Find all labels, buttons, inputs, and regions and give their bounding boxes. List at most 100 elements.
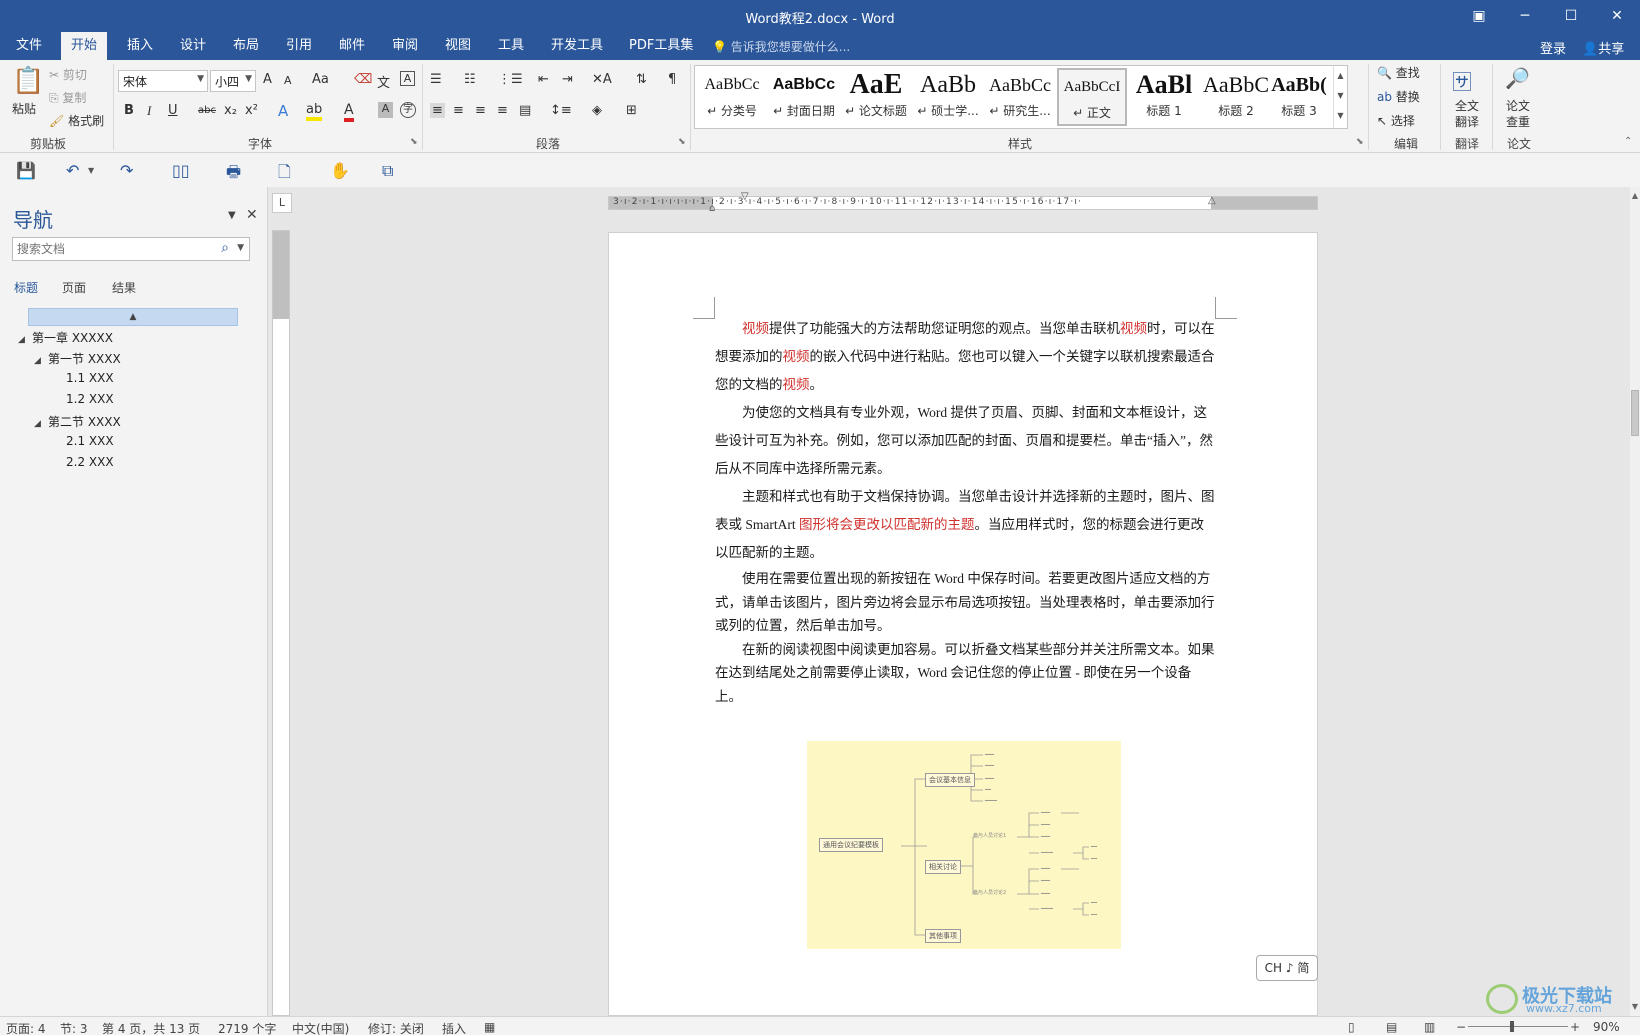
paste-icon[interactable]: 📋 xyxy=(12,66,44,96)
chevron-down-icon[interactable]: ▼ xyxy=(237,243,244,253)
tab-view[interactable]: 视图 xyxy=(435,32,481,60)
status-insert-mode[interactable]: 插入 xyxy=(442,1020,466,1035)
subscript-button[interactable]: x₂ xyxy=(224,103,237,118)
clear-format-icon[interactable]: ⌫ xyxy=(354,72,372,87)
touch-mode-icon[interactable]: ✋ xyxy=(330,161,350,180)
chevron-down-icon[interactable]: ▼ xyxy=(228,210,236,221)
share-button[interactable]: 👤共享 xyxy=(1582,38,1624,57)
close-icon[interactable]: ✕ xyxy=(246,207,258,223)
distributed-icon[interactable]: ▤ xyxy=(519,103,531,118)
align-left-icon[interactable]: ≡ xyxy=(430,103,445,118)
change-case-button[interactable]: Aa xyxy=(312,72,329,87)
thesis-check-icon[interactable]: 🔎 xyxy=(1505,66,1530,90)
tab-pdf-tools[interactable]: PDF工具集 xyxy=(619,32,703,60)
dialog-launcher-icon[interactable]: ⬊ xyxy=(410,137,418,147)
status-language[interactable]: 中文(中国) xyxy=(292,1020,349,1035)
nav-heading-item[interactable]: ◢ 第二节 XXXX xyxy=(34,413,121,430)
tab-design[interactable]: 设计 xyxy=(170,32,216,60)
align-center-icon[interactable]: ≡ xyxy=(453,103,464,118)
style-item[interactable]: AaBbCc ↵ 研究生... xyxy=(985,68,1055,126)
bold-button[interactable]: B xyxy=(124,103,134,118)
undo-icon[interactable]: ↶ xyxy=(66,161,79,180)
collapse-triangle-icon[interactable]: ◢ xyxy=(18,335,32,345)
nav-heading-item[interactable]: 2.2 XXX xyxy=(66,455,114,469)
first-line-indent-marker[interactable]: ▽ xyxy=(741,191,749,202)
borders-icon[interactable]: ⊞ xyxy=(626,103,637,118)
status-page[interactable]: 页面: 4 xyxy=(6,1020,46,1035)
copy-button[interactable]: ⎘ 复制 xyxy=(49,89,86,106)
status-word-count[interactable]: 2719 个字 xyxy=(218,1020,276,1035)
chinese-layout-icon[interactable]: ✕A xyxy=(592,72,612,87)
style-item[interactable]: AaBbCc ↵ 封面日期 xyxy=(769,68,839,126)
chevron-down-icon[interactable]: ▼ xyxy=(88,166,94,175)
strikethrough-button[interactable]: abc xyxy=(198,105,216,116)
line-spacing-icon[interactable]: ↕≡ xyxy=(550,103,572,118)
nav-heading-item[interactable]: ◢ 第一章 XXXXX xyxy=(18,329,113,346)
style-item[interactable]: AaBl 标题 1 xyxy=(1129,68,1199,126)
nav-tab-results[interactable]: 结果 xyxy=(112,279,136,296)
thesis-check-button-line2[interactable]: 查重 xyxy=(1506,113,1530,130)
bullets-icon[interactable]: ☰ xyxy=(430,72,442,87)
minimize-button[interactable]: ─ xyxy=(1502,0,1548,32)
zoom-page-icon[interactable]: 🗋 xyxy=(278,161,291,188)
scroll-thumb[interactable] xyxy=(1631,390,1639,436)
full-translate-button-line2[interactable]: 翻译 xyxy=(1455,113,1479,130)
chevron-up-icon[interactable]: ▲ xyxy=(1334,66,1347,86)
nav-tab-pages[interactable]: 页面 xyxy=(62,279,86,296)
dialog-launcher-icon[interactable]: ⬊ xyxy=(678,137,686,147)
nav-heading-item[interactable]: 1.1 XXX xyxy=(66,371,114,385)
tab-insert[interactable]: 插入 xyxy=(117,32,163,60)
text-effects-icon[interactable]: A xyxy=(278,102,288,120)
nav-search-input[interactable] xyxy=(17,239,207,259)
maximize-button[interactable]: ☐ xyxy=(1548,0,1594,32)
tab-mailings[interactable]: 邮件 xyxy=(329,32,375,60)
char-border-icon[interactable]: A xyxy=(400,71,415,86)
read-view-icon[interactable]: ▯ xyxy=(1348,1020,1355,1034)
sort-icon[interactable]: ⇅ xyxy=(636,72,647,87)
translate-icon[interactable]: 🈂 xyxy=(1452,66,1472,95)
format-painter-button[interactable]: 🖌 格式刷 xyxy=(49,112,104,129)
shading-icon[interactable]: ◈ xyxy=(592,103,602,118)
font-name-combo[interactable]: 宋体 ▼ xyxy=(118,70,208,92)
shrink-font-button[interactable]: A xyxy=(284,74,292,87)
font-size-combo[interactable]: 小四 ▼ xyxy=(210,70,256,92)
grow-font-button[interactable]: A xyxy=(263,72,272,87)
style-item[interactable]: AaBbC 标题 2 xyxy=(1201,68,1271,126)
status-section[interactable]: 节: 3 xyxy=(60,1020,88,1035)
macro-record-icon[interactable]: ▦ xyxy=(484,1020,495,1034)
login-link[interactable]: 登录 xyxy=(1540,38,1566,57)
more-icon[interactable]: ▼ xyxy=(1334,106,1347,126)
right-indent-marker[interactable]: △ xyxy=(1208,195,1216,206)
thesis-check-button[interactable]: 论文 xyxy=(1506,97,1530,114)
vertical-scrollbar[interactable]: ▲ ▼ xyxy=(1630,187,1640,1016)
justify-icon[interactable]: ≡ xyxy=(497,103,508,118)
scroll-up-icon[interactable]: ▲ xyxy=(1630,191,1640,200)
collapse-ribbon-icon[interactable]: ⌃ xyxy=(1624,136,1632,147)
chevron-down-icon[interactable]: ▼ xyxy=(1334,86,1347,106)
customize-qat-icon[interactable]: ⧉ xyxy=(382,161,393,181)
nav-heading-item[interactable]: 2.1 XXX xyxy=(66,434,114,448)
zoom-slider-thumb[interactable] xyxy=(1510,1021,1514,1032)
tab-review[interactable]: 审阅 xyxy=(382,32,428,60)
print-layout-icon[interactable]: ▤ xyxy=(1386,1020,1397,1034)
document-page[interactable]: 视频提供了功能强大的方法帮助您证明您的观点。当您单击联机视频时，可以在想要添加的… xyxy=(608,232,1318,1016)
hanging-indent-marker[interactable]: ⌂ xyxy=(709,203,715,214)
tab-layout[interactable]: 布局 xyxy=(223,32,269,60)
mindmap-image[interactable]: 通用会议纪要模板 会议基本信息 相关讨论 其他事项 参与人员讨论1 参与人员讨论… xyxy=(807,741,1121,949)
horizontal-ruler[interactable]: 3·ı·2·ı·1·ı·ı·ı·ı·ı·1·ı·2·ı·3·ı·4·ı·5·ı·… xyxy=(608,191,1318,214)
tab-references[interactable]: 引用 xyxy=(276,32,322,60)
dialog-launcher-icon[interactable]: ⬊ xyxy=(1356,137,1364,147)
collapse-all-bar[interactable]: ▲ xyxy=(28,308,238,326)
decrease-indent-icon[interactable]: ⇤ xyxy=(538,72,549,87)
enclose-char-icon[interactable]: 字 xyxy=(400,102,416,118)
nav-heading-item[interactable]: 1.2 XXX xyxy=(66,392,114,406)
pinyin-guide-icon[interactable]: 文 xyxy=(377,72,390,91)
align-right-icon[interactable]: ≡ xyxy=(475,103,486,118)
zoom-in-icon[interactable]: + xyxy=(1570,1020,1580,1034)
char-shading-icon[interactable]: A xyxy=(378,102,393,118)
nav-tab-headings[interactable]: 标题 xyxy=(14,279,38,296)
tell-me-box[interactable]: 💡 告诉我您想要做什么... xyxy=(712,38,850,55)
tab-tools[interactable]: 工具 xyxy=(488,32,534,60)
paste-button[interactable]: 粘贴 xyxy=(12,100,36,117)
nav-heading-item[interactable]: ◢ 第一节 XXXX xyxy=(34,350,121,367)
